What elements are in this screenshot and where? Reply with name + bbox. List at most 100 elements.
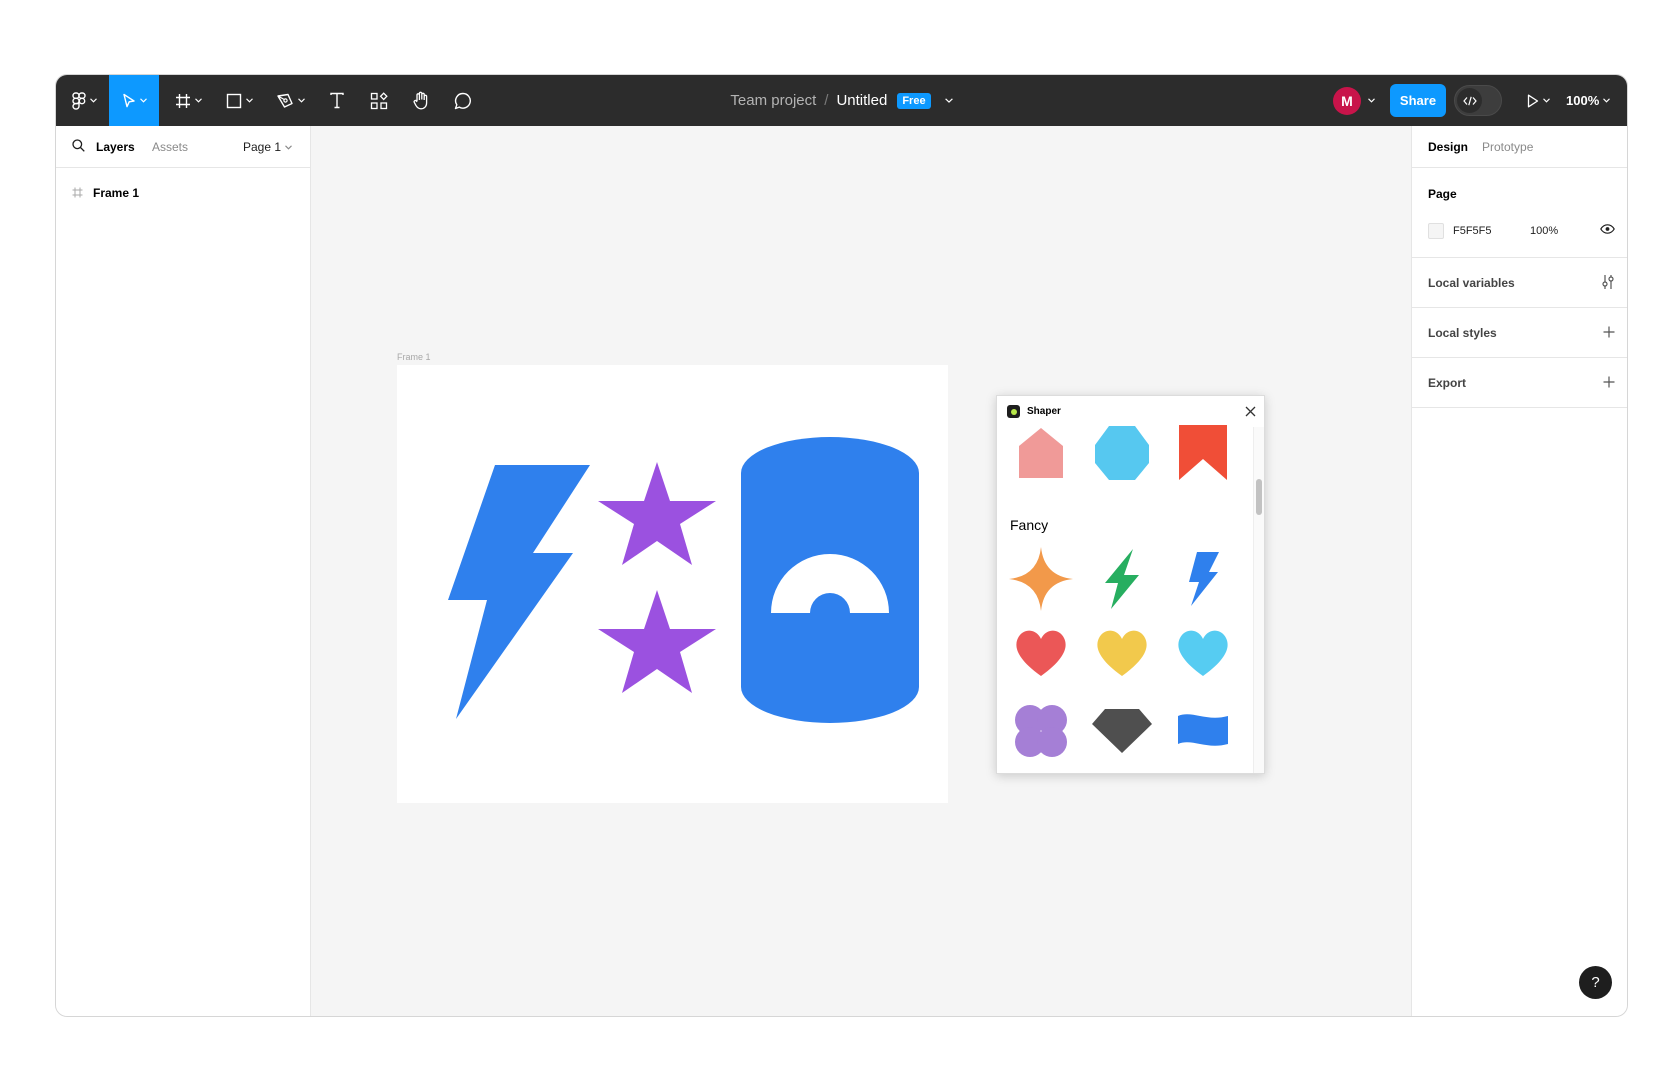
close-icon	[1245, 406, 1256, 417]
tab-assets[interactable]: Assets	[152, 140, 188, 154]
local-variables-label: Local variables	[1428, 276, 1515, 290]
layer-row[interactable]: Frame 1	[56, 181, 310, 205]
figma-menu-icon	[71, 91, 86, 110]
dev-mode-toggle[interactable]	[1454, 85, 1502, 116]
avatar[interactable]: M	[1333, 87, 1361, 115]
local-styles-section[interactable]: Local styles	[1412, 308, 1627, 358]
shape-option-heart-red[interactable]	[1001, 619, 1081, 687]
shape-option-clover[interactable]	[1001, 697, 1081, 765]
heart-cyan-shape-icon	[1178, 630, 1228, 676]
file-name[interactable]: Untitled	[836, 92, 887, 109]
search-button[interactable]	[72, 139, 85, 157]
shape-option-heart-cyan[interactable]	[1163, 619, 1243, 687]
eye-icon	[1600, 224, 1615, 234]
plan-badge[interactable]: Free	[897, 92, 931, 109]
toolbar: Team project / Untitled Free M Share 100…	[56, 75, 1627, 126]
tab-prototype[interactable]: Prototype	[1482, 140, 1533, 154]
add-export-button[interactable]	[1603, 376, 1615, 388]
main-menu-button[interactable]	[64, 75, 104, 126]
comment-tool-button[interactable]	[446, 75, 480, 126]
star-shape-bottom[interactable]	[598, 590, 716, 693]
breadcrumb-team[interactable]: Team project	[730, 92, 816, 109]
chevron-down-icon	[89, 98, 97, 103]
hand-tool-button[interactable]	[404, 75, 438, 126]
page-opacity[interactable]: 100%	[1530, 225, 1558, 237]
plugin-scrollbar-thumb[interactable]	[1256, 479, 1262, 515]
dev-mode-knob	[1457, 88, 1482, 113]
shape-option-bookmark[interactable]	[1163, 419, 1243, 487]
clover-shape-icon	[1015, 705, 1067, 757]
shape-option-hexagon[interactable]	[1082, 419, 1162, 487]
multiplayer-menu-button[interactable]	[1364, 75, 1378, 126]
add-style-button[interactable]	[1603, 326, 1615, 338]
visibility-toggle[interactable]	[1600, 224, 1615, 234]
file-menu-button[interactable]	[944, 98, 953, 103]
shape-option-sparkle[interactable]	[1001, 545, 1081, 613]
help-button[interactable]: ?	[1579, 966, 1612, 999]
diamond-shape-icon	[1092, 709, 1152, 753]
variables-icon	[1602, 275, 1614, 289]
export-section[interactable]: Export	[1412, 358, 1627, 408]
page-color-hex[interactable]: F5F5F5	[1453, 225, 1492, 237]
lightning-blue-shape-icon	[1189, 552, 1219, 606]
tab-design[interactable]: Design	[1428, 140, 1468, 154]
lightning-bolt-shape[interactable]	[448, 465, 590, 719]
variables-button[interactable]	[1601, 274, 1615, 290]
present-button[interactable]	[1520, 75, 1556, 126]
pen-tool-button[interactable]	[270, 75, 310, 126]
frame-tool-button[interactable]	[168, 75, 208, 126]
frame-icon	[72, 186, 83, 201]
chevron-down-icon	[1603, 98, 1611, 103]
share-button[interactable]: Share	[1390, 84, 1446, 117]
shape-option-flag-wave[interactable]	[1163, 697, 1243, 765]
resources-icon	[370, 91, 388, 109]
flag-wave-shape-icon	[1178, 714, 1228, 746]
hand-tool-icon	[413, 91, 428, 110]
chevron-down-icon	[245, 98, 253, 103]
play-icon	[1527, 94, 1538, 107]
page-selector-label: Page 1	[243, 140, 282, 154]
zoom-menu-button[interactable]: 100%	[1566, 75, 1611, 126]
page-color-swatch[interactable]	[1428, 223, 1444, 239]
text-tool-button[interactable]	[320, 75, 354, 126]
rectangle-tool-icon	[226, 93, 241, 108]
plugin-scrollbar[interactable]	[1253, 427, 1264, 773]
heart-red-shape-icon	[1016, 630, 1066, 676]
house-shape-icon	[1019, 428, 1063, 478]
shape-option-house[interactable]	[1001, 419, 1081, 487]
move-tool-button[interactable]	[109, 75, 159, 126]
shape-option-lightning-green[interactable]	[1082, 545, 1162, 613]
right-panel-tabs: Design Prototype	[1412, 126, 1627, 168]
left-panel: Layers Assets Page 1 Frame 1	[56, 126, 311, 1016]
shaper-plugin-window: Shaper Fancy	[996, 395, 1265, 774]
text-tool-icon	[330, 92, 344, 109]
chevron-down-icon	[297, 98, 305, 103]
pen-tool-icon	[276, 93, 293, 108]
bookmark-shape-icon	[1179, 425, 1227, 480]
canvas[interactable]: Frame 1 Shaper Fancy	[312, 126, 1411, 1016]
breadcrumb-separator: /	[824, 92, 829, 109]
plus-icon	[1603, 376, 1615, 388]
frame[interactable]	[397, 365, 948, 803]
resources-button[interactable]	[362, 75, 396, 126]
plugin-title: Shaper	[1027, 406, 1061, 417]
shape-option-lightning-blue[interactable]	[1163, 545, 1243, 613]
tab-layers[interactable]: Layers	[96, 140, 135, 154]
frame-label[interactable]: Frame 1	[397, 352, 431, 362]
zoom-level: 100%	[1566, 93, 1600, 108]
local-variables-section[interactable]: Local variables	[1412, 258, 1627, 308]
code-icon	[1462, 96, 1477, 105]
star-shape-top[interactable]	[598, 462, 716, 565]
shape-tool-button[interactable]	[219, 75, 259, 126]
plugin-close-button[interactable]	[1245, 404, 1256, 422]
hexagon-shape-icon	[1095, 426, 1149, 480]
page-selector[interactable]: Page 1	[243, 140, 292, 154]
shape-option-heart-yellow[interactable]	[1082, 619, 1162, 687]
sparkle-shape-icon	[1009, 547, 1073, 611]
frame-shapes	[448, 437, 919, 723]
right-panel: Design Prototype Page F5F5F5 100% Local …	[1411, 126, 1627, 1016]
plugin-logo-icon	[1007, 405, 1020, 418]
shape-option-diamond[interactable]	[1082, 697, 1162, 765]
section-label-fancy: Fancy	[1010, 517, 1049, 533]
chevron-down-icon	[285, 144, 292, 150]
